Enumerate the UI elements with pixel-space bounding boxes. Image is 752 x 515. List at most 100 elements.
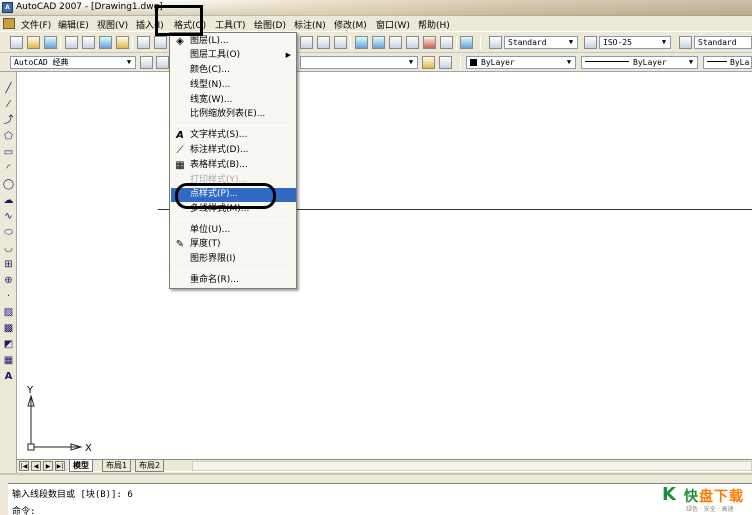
- tool-palettes-icon[interactable]: [389, 36, 402, 49]
- document-icon[interactable]: [3, 18, 15, 29]
- zoom-previous-icon[interactable]: [334, 36, 347, 49]
- zoom-window-icon[interactable]: [317, 36, 330, 49]
- save-icon[interactable]: [44, 36, 57, 49]
- menu-tools[interactable]: 工具(T): [215, 18, 246, 31]
- menu-file[interactable]: 文件(F): [21, 18, 51, 31]
- calculator-icon[interactable]: [440, 36, 453, 49]
- format-menu-thickness[interactable]: ✎ 厚度(T): [171, 238, 296, 252]
- dim-style-value: ISO-25: [603, 38, 632, 47]
- cut-icon[interactable]: [137, 36, 150, 49]
- sheet-set-icon[interactable]: [406, 36, 419, 49]
- menu-separator: [173, 270, 293, 271]
- publish-icon[interactable]: [99, 36, 112, 49]
- spline-icon[interactable]: ∿: [2, 210, 15, 223]
- print-icon[interactable]: [65, 36, 78, 49]
- annotation-box-format-menu: [155, 5, 203, 36]
- multiline-text-icon[interactable]: A: [2, 370, 15, 383]
- format-menu-drawing-limits[interactable]: 图形界限(I): [171, 253, 296, 267]
- menu-edit[interactable]: 编辑(E): [58, 18, 89, 31]
- format-menu-dim-style[interactable]: ⟋ 标注样式(D)...: [171, 144, 296, 158]
- toolbar-separator: [60, 36, 61, 50]
- text-style-icon: A: [176, 130, 184, 141]
- point-icon[interactable]: ·: [2, 290, 15, 303]
- linetype-select[interactable]: ByLayer ▼: [581, 56, 698, 69]
- prev-tab-icon[interactable]: ◀: [31, 461, 41, 471]
- command-prompt[interactable]: 命令:: [12, 504, 35, 515]
- 3d-dwf-icon[interactable]: [116, 36, 129, 49]
- hatch-icon[interactable]: ▨: [2, 306, 15, 319]
- construction-line-icon[interactable]: ⁄: [2, 98, 15, 111]
- menu-item-label: 厚度(T): [190, 239, 221, 249]
- format-menu-lineweight[interactable]: 线宽(W)...: [171, 94, 296, 108]
- new-icon[interactable]: [10, 36, 23, 49]
- design-center-icon[interactable]: [372, 36, 385, 49]
- ellipse-arc-icon[interactable]: ◡: [2, 242, 15, 255]
- format-menu-scale-list[interactable]: 比例缩放列表(E)...: [171, 108, 296, 122]
- layer-select[interactable]: ▼: [300, 56, 418, 69]
- ucs-x-label: X: [85, 443, 92, 454]
- format-menu-layer[interactable]: ◈ 图层(L)...: [171, 35, 296, 49]
- color-select[interactable]: ByLayer ▼: [466, 56, 576, 69]
- format-menu-table-style[interactable]: ▦ 表格样式(B)...: [171, 159, 296, 173]
- lineweight-select[interactable]: ByLa: [703, 56, 752, 69]
- command-history[interactable]: 输入线段数目或 [块(B)]: 6 命令:: [8, 483, 752, 515]
- menu-draw[interactable]: 绘图(D): [254, 18, 286, 31]
- menu-help[interactable]: 帮助(H): [418, 18, 450, 31]
- menu-item-label: 重命名(R)...: [190, 275, 239, 285]
- format-menu-units[interactable]: 单位(U)...: [171, 224, 296, 238]
- next-tab-icon[interactable]: ▶: [43, 461, 53, 471]
- plot-preview-icon[interactable]: [82, 36, 95, 49]
- make-current-layer-icon[interactable]: [422, 56, 435, 69]
- layer-previous-icon[interactable]: [439, 56, 452, 69]
- menu-modify[interactable]: 修改(M): [334, 18, 367, 31]
- menu-item-label: 表格样式(B)...: [190, 160, 248, 170]
- chevron-down-icon: ▼: [126, 58, 132, 66]
- help-icon[interactable]: [460, 36, 473, 49]
- polygon-icon[interactable]: ⬠: [2, 130, 15, 143]
- insert-block-icon[interactable]: ⊞: [2, 258, 15, 271]
- make-block-icon[interactable]: ⊕: [2, 274, 15, 287]
- menu-item-label: 标注样式(D)...: [190, 145, 249, 155]
- format-menu-linetype[interactable]: 线型(N)...: [171, 79, 296, 93]
- polyline-icon[interactable]: ⤴: [2, 114, 15, 127]
- drawing-area[interactable]: Y X: [17, 72, 752, 459]
- tab-layout2[interactable]: 布局2: [135, 460, 165, 472]
- layer-manager-icon[interactable]: [156, 56, 169, 69]
- menu-dimension[interactable]: 标注(N): [294, 18, 326, 31]
- linetype-value: ByLayer: [633, 58, 667, 67]
- workspace-select[interactable]: AutoCAD 经典 ▼: [10, 56, 136, 69]
- format-menu-color[interactable]: 颜色(C)...: [171, 64, 296, 78]
- copy-icon[interactable]: [154, 36, 167, 49]
- horizontal-scrollbar[interactable]: [192, 461, 752, 471]
- ellipse-icon[interactable]: ⬭: [2, 226, 15, 239]
- table-style-select[interactable]: Standard: [694, 36, 752, 49]
- open-icon[interactable]: [27, 36, 40, 49]
- line-icon[interactable]: ╱: [2, 82, 15, 95]
- tab-model[interactable]: 模型: [69, 460, 93, 472]
- color-value: ByLayer: [481, 58, 515, 67]
- table-style-icon: ▦: [175, 160, 185, 171]
- markup-icon[interactable]: [423, 36, 436, 49]
- table-icon[interactable]: ▦: [2, 354, 15, 367]
- format-menu-layer-tools[interactable]: 图层工具(O) ▶: [171, 49, 296, 63]
- workspace-settings-icon[interactable]: [140, 56, 153, 69]
- toolbar-separator: [350, 36, 351, 50]
- format-menu-rename[interactable]: 重命名(R)...: [171, 274, 296, 288]
- circle-icon[interactable]: ◯: [2, 178, 15, 191]
- first-tab-icon[interactable]: |◀: [19, 461, 29, 471]
- tab-layout1[interactable]: 布局1: [102, 460, 132, 472]
- chevron-down-icon: ▼: [688, 58, 694, 66]
- rectangle-icon[interactable]: ▭: [2, 146, 15, 159]
- last-tab-icon[interactable]: ▶|: [55, 461, 65, 471]
- menu-window[interactable]: 窗口(W): [376, 18, 410, 31]
- region-icon[interactable]: ◩: [2, 338, 15, 351]
- gradient-icon[interactable]: ▩: [2, 322, 15, 335]
- text-style-select[interactable]: Standard ▼: [504, 36, 578, 49]
- format-menu-text-style[interactable]: A 文字样式(S)...: [171, 129, 296, 143]
- arc-icon[interactable]: ◜: [2, 162, 15, 175]
- revision-cloud-icon[interactable]: ☁: [2, 194, 15, 207]
- menu-view[interactable]: 视图(V): [97, 18, 128, 31]
- dim-style-select[interactable]: ISO-25 ▼: [599, 36, 671, 49]
- zoom-realtime-icon[interactable]: [300, 36, 313, 49]
- properties-icon[interactable]: [355, 36, 368, 49]
